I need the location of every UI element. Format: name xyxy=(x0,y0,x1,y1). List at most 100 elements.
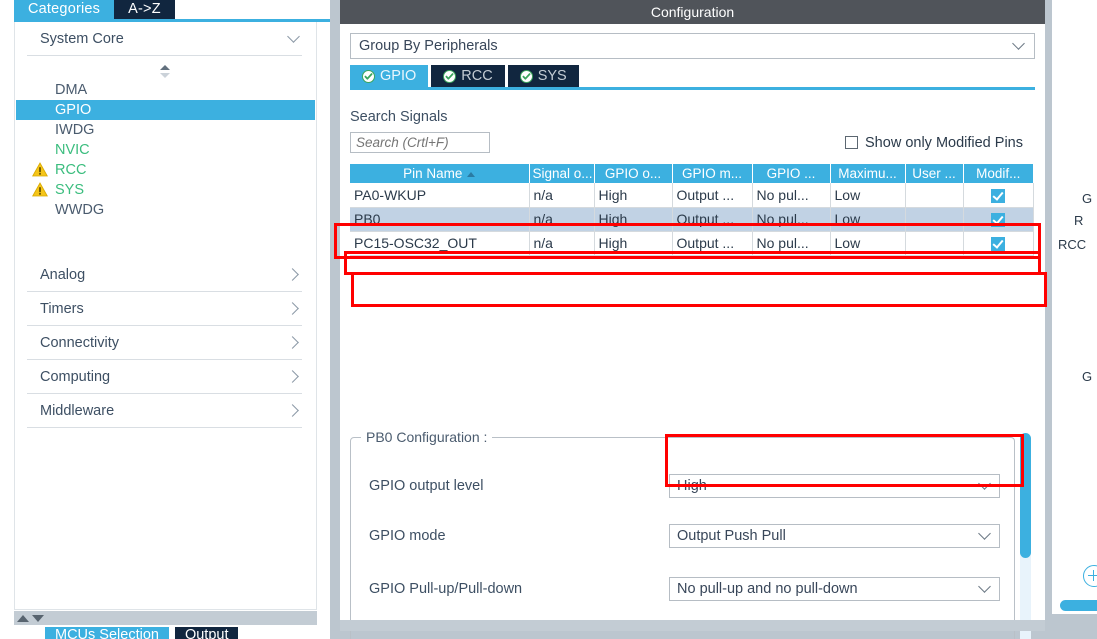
pinout-horizontal-scrollbar[interactable] xyxy=(1060,600,1097,611)
list-scroll-spinner[interactable] xyxy=(15,62,316,80)
sidebar-group-connectivity[interactable]: Connectivity xyxy=(15,326,316,360)
configuration-body: Group By Peripherals GPIO RCC SYS Search… xyxy=(340,33,1045,639)
dropdown-value: No pull-up and no pull-down xyxy=(677,581,858,597)
scroll-down-arrow-icon[interactable] xyxy=(32,614,44,622)
pin-configuration-legend: PB0 Configuration : xyxy=(361,429,493,445)
sidebar-item-gpio[interactable]: GPIO xyxy=(16,100,315,120)
pinout-label-clipped-1: G xyxy=(1082,191,1093,206)
sidebar-group-system-core[interactable]: System Core xyxy=(15,22,316,56)
column-header-modified[interactable]: Modif... xyxy=(963,164,1033,183)
tab-sys[interactable]: SYS xyxy=(507,65,579,87)
column-header-signal[interactable]: Signal o... xyxy=(529,164,595,183)
sidebar-item-nvic[interactable]: NVIC xyxy=(15,140,316,160)
pin-configuration-group: PB0 Configuration : GPIO output level Hi… xyxy=(350,429,1015,639)
tab-label: GPIO xyxy=(380,68,417,84)
pinout-view-panel: G R RCC G xyxy=(1052,0,1097,639)
cell-modified[interactable] xyxy=(963,231,1034,256)
bottom-tab-bar: MCUs Selection Output xyxy=(45,627,239,639)
search-input[interactable] xyxy=(350,132,490,153)
checkbox-checked-icon[interactable] xyxy=(991,188,1005,203)
cell-user-label xyxy=(905,231,964,256)
gpio-mode-dropdown[interactable]: Output Push Pull xyxy=(669,524,1000,548)
table-row[interactable]: PC15-OSC32_OUT n/a High Output ... No pu… xyxy=(350,231,1034,256)
scroll-up-arrow-icon[interactable] xyxy=(17,614,29,622)
pin-configuration-table: Pin Name Signal o... GPIO o... GPIO m...… xyxy=(350,164,1034,256)
sidebar-group-label: Timers xyxy=(40,301,84,317)
tab-rcc[interactable]: RCC xyxy=(431,65,505,87)
sidebar-group-analog[interactable]: Analog xyxy=(15,258,316,292)
sidebar-scroll-strip[interactable] xyxy=(14,611,317,625)
show-modified-pins-checkbox-row[interactable]: Show only Modified Pins xyxy=(845,135,1023,151)
search-row: Show only Modified Pins xyxy=(350,132,1035,153)
tab-a-to-z[interactable]: A->Z xyxy=(114,0,175,19)
tab-output[interactable]: Output xyxy=(174,627,239,639)
cell-gpio-output-level: High xyxy=(594,231,673,256)
cell-pin-name: PA0-WKUP xyxy=(350,183,530,208)
search-signals-label: Search Signals xyxy=(350,109,448,125)
cell-modified[interactable] xyxy=(963,207,1034,232)
config-scrollbar-thumb[interactable] xyxy=(1020,433,1031,558)
tab-mcus-selection[interactable]: MCUs Selection xyxy=(45,627,169,639)
field-gpio-pull-up-pull-down: GPIO Pull-up/Pull-down No pull-up and no… xyxy=(369,577,1000,601)
checkbox-checked-icon[interactable] xyxy=(991,213,1005,228)
cell-signal: n/a xyxy=(529,231,595,256)
sidebar-group-timers[interactable]: Timers xyxy=(15,292,316,326)
table-row[interactable]: PB0 n/a High Output ... No pul... Low xyxy=(350,207,1034,232)
sidebar-item-sys[interactable]: SYS xyxy=(15,180,316,200)
sidebar-group-middleware[interactable]: Middleware xyxy=(15,394,316,428)
sort-ascending-icon xyxy=(467,171,476,177)
cell-gpio-output-level: High xyxy=(594,207,673,232)
cell-gpio-pull: No pul... xyxy=(752,231,831,256)
gpio-pull-dropdown[interactable]: No pull-up and no pull-down xyxy=(669,577,1000,601)
peripheral-tab-bar: GPIO RCC SYS xyxy=(350,65,1035,90)
cell-signal: n/a xyxy=(529,207,595,232)
sidebar-item-wwdg[interactable]: WWDG xyxy=(15,200,316,220)
cell-user-label xyxy=(905,207,964,232)
warning-triangle-icon xyxy=(32,182,48,197)
tab-label: SYS xyxy=(537,68,567,84)
field-label: GPIO Pull-up/Pull-down xyxy=(369,581,523,597)
sidebar-item-iwdg[interactable]: IWDG xyxy=(15,120,316,140)
pinout-bottom-strip xyxy=(1052,614,1097,639)
table-header-row: Pin Name Signal o... GPIO o... GPIO m...… xyxy=(350,164,1033,183)
column-header-maximum-speed[interactable]: Maximu... xyxy=(830,164,906,183)
sidebar-group-label: Connectivity xyxy=(40,335,119,351)
column-header-user-label[interactable]: User ... xyxy=(905,164,964,183)
sidebar-item-label: NVIC xyxy=(55,142,90,158)
configuration-title-bar: Configuration xyxy=(340,0,1045,24)
column-header-gpio-output-level[interactable]: GPIO o... xyxy=(594,164,673,183)
sidebar-item-label: IWDG xyxy=(55,122,95,138)
zoom-in-icon[interactable] xyxy=(1083,565,1097,587)
pinout-label-clipped-2: R xyxy=(1074,213,1084,228)
field-label: GPIO output level xyxy=(369,478,484,494)
sidebar-group-label: Middleware xyxy=(40,403,115,419)
cell-gpio-pull: No pul... xyxy=(752,207,831,232)
checkbox-checked-icon[interactable] xyxy=(991,237,1005,252)
sidebar-item-label: SYS xyxy=(55,182,85,198)
tab-gpio[interactable]: GPIO xyxy=(350,65,429,87)
column-header-gpio-mode[interactable]: GPIO m... xyxy=(672,164,753,183)
cell-maximum-speed: Low xyxy=(830,207,906,232)
group-by-dropdown[interactable]: Group By Peripherals xyxy=(350,33,1035,59)
check-circle-icon xyxy=(519,69,533,83)
tab-categories[interactable]: Categories xyxy=(14,0,115,19)
sidebar-item-label: WWDG xyxy=(55,202,105,218)
warning-triangle-icon xyxy=(32,162,48,177)
sidebar-item-rcc[interactable]: RCC xyxy=(15,160,316,180)
checkbox[interactable] xyxy=(845,136,859,149)
sidebar-item-dma[interactable]: DMA xyxy=(15,80,316,100)
divider xyxy=(27,427,302,428)
chevron-right-icon xyxy=(288,336,302,350)
system-core-peripheral-list: DMA GPIO IWDG NVIC RCC SYS WWDG xyxy=(15,56,316,258)
cell-pin-name: PB0 xyxy=(350,207,530,232)
sidebar-group-computing[interactable]: Computing xyxy=(15,360,316,394)
group-by-value: Group By Peripherals xyxy=(359,38,498,54)
column-header-gpio-pull[interactable]: GPIO ... xyxy=(752,164,831,183)
gpio-output-level-dropdown[interactable]: High xyxy=(669,474,1000,498)
column-header-pin-name[interactable]: Pin Name xyxy=(350,164,530,183)
cell-modified[interactable] xyxy=(963,183,1034,208)
check-circle-icon xyxy=(443,69,457,83)
sidebar-group-label: Computing xyxy=(40,369,111,385)
table-row[interactable]: PA0-WKUP n/a High Output ... No pul... L… xyxy=(350,183,1034,208)
sidebar-group-label: System Core xyxy=(40,31,124,47)
